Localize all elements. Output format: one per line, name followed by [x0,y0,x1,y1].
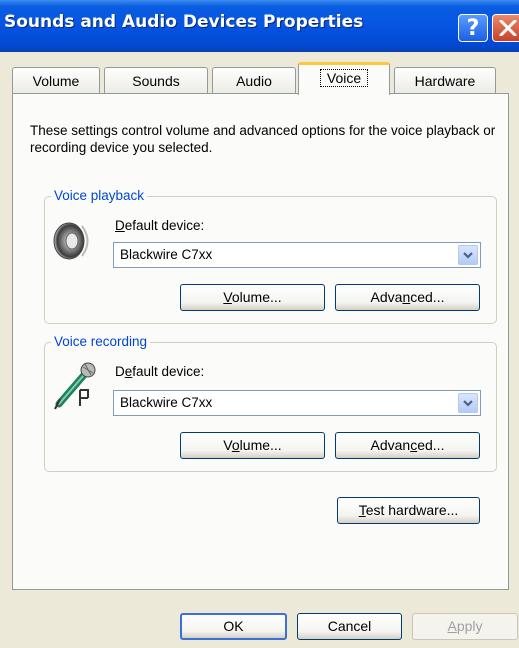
voice-recording-label: Voice recording [51,334,151,350]
tab-volume[interactable]: Volume [12,67,100,93]
playback-device-value: Blackwire C7xx [120,247,213,262]
btn-part: V [223,437,232,453]
label-part: fault device: [132,364,205,379]
recording-default-device-label: Default device: [115,364,204,379]
tab-audio[interactable]: Audio [212,67,296,93]
test-hardware-button[interactable]: Test hardware... [337,497,480,524]
tab-sounds-label: Sounds [132,73,180,89]
tab-voice-label: Voice [319,69,369,87]
tab-strip: Volume Sounds Audio Voice Hardware [12,62,512,95]
recording-volume-button[interactable]: Volume... [180,432,325,459]
btn-part: lume... [239,437,282,453]
btn-part: Advan [370,437,411,453]
microphone-icon [54,362,96,410]
tab-sounds[interactable]: Sounds [104,67,208,93]
voice-playback-label: Voice playback [51,188,148,204]
close-icon[interactable] [492,14,519,42]
ok-label: OK [223,618,244,634]
playback-default-device-label: Default device: [115,218,204,233]
chevron-down-icon[interactable] [458,393,478,413]
playback-volume-button[interactable]: Volume... [180,284,325,311]
speaker-icon [53,222,89,260]
tab-hardware[interactable]: Hardware [394,67,496,93]
btn-accelerator: T [358,502,366,518]
btn-part: olume... [231,289,282,305]
label-part: D [115,364,125,379]
btn-accelerator: A [447,618,457,634]
label-part: efault device: [124,218,205,233]
label-accelerator: D [115,218,125,233]
description-text: These settings control volume and advanc… [30,123,496,155]
btn-accelerator: V [223,289,232,305]
ok-button[interactable]: OK [180,613,287,640]
tab-volume-label: Volume [32,73,80,89]
btn-part: est hardware... [365,502,459,518]
recording-device-select[interactable]: Blackwire C7xx [113,390,481,416]
recording-device-value: Blackwire C7xx [120,395,213,410]
cancel-button[interactable]: Cancel [297,613,402,640]
btn-part: pply [456,618,483,634]
tab-audio-label: Audio [236,73,272,89]
chevron-down-icon[interactable] [458,245,478,265]
title-bar[interactable]: Sounds and Audio Devices Properties ? [0,0,519,52]
playback-device-select[interactable]: Blackwire C7xx [113,242,481,268]
apply-button[interactable]: Apply [412,613,518,640]
btn-part: Adva [370,289,403,305]
btn-part: ed... [417,437,445,453]
tab-hardware-label: Hardware [414,73,476,89]
btn-accelerator: o [231,437,240,453]
dialog-window: Sounds and Audio Devices Properties ? Vo… [0,0,519,648]
tab-voice[interactable]: Voice [298,62,390,95]
window-title: Sounds and Audio Devices Properties [4,12,364,32]
cancel-label: Cancel [327,618,372,634]
recording-advanced-button[interactable]: Advanced... [335,432,480,459]
playback-advanced-button[interactable]: Advanced... [335,284,480,311]
help-icon[interactable]: ? [458,14,488,42]
btn-part: ced... [410,289,445,305]
